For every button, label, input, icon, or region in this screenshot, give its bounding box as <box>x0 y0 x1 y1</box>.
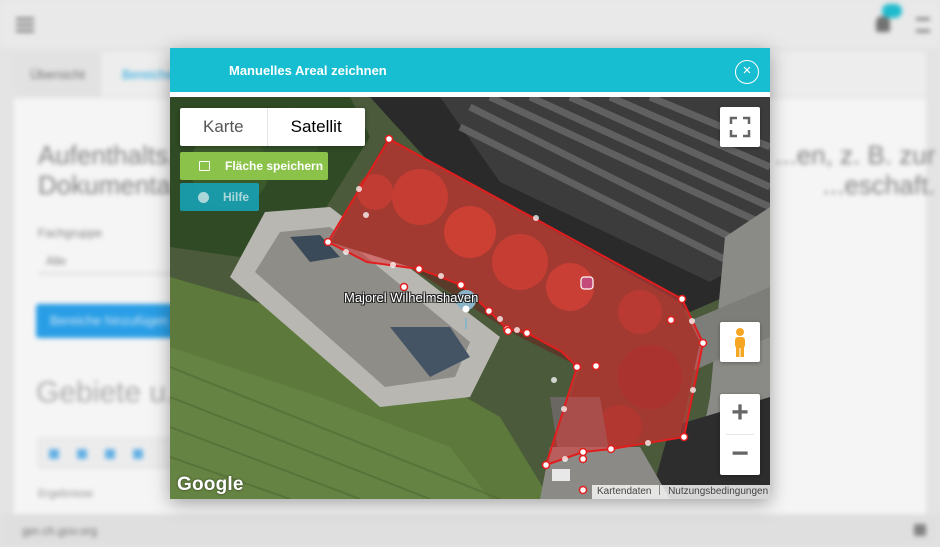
dialog-header: Manuelles Areal zeichnen × <box>170 48 770 92</box>
zoom-out-button[interactable]: − <box>720 435 760 475</box>
help-button[interactable]: Hilfe <box>180 183 259 211</box>
fullscreen-icon <box>729 116 751 138</box>
map-attribution: Kartendaten Nutzungsbedingungen <box>592 485 770 499</box>
save-area-label: Fläche speichern <box>225 159 324 173</box>
draw-area-dialog: Manuelles Areal zeichnen × Karte Satelli… <box>170 48 770 499</box>
map-data-link[interactable]: Kartendaten <box>597 486 652 497</box>
map-type-karte[interactable]: Karte <box>180 108 268 146</box>
place-label[interactable]: Majorel Wilhelmshaven <box>344 290 478 305</box>
dialog-title: Manuelles Areal zeichnen <box>229 63 387 78</box>
map-type-satellit[interactable]: Satellit <box>268 108 365 146</box>
zoom-control: + − <box>720 394 760 475</box>
close-icon[interactable]: × <box>735 60 759 84</box>
zoom-in-button[interactable]: + <box>720 394 760 434</box>
help-circle-icon <box>198 192 209 203</box>
google-logo: Google <box>177 474 244 495</box>
edit-icon <box>199 161 210 171</box>
satellite-map[interactable]: Karte Satellit Fläche speichern Hilfe + … <box>170 97 770 499</box>
save-area-button[interactable]: Fläche speichern <box>180 152 328 180</box>
terms-link[interactable]: Nutzungsbedingungen <box>668 486 768 497</box>
street-view-pegman[interactable] <box>720 322 760 362</box>
help-label: Hilfe <box>223 190 250 204</box>
attribution-divider <box>659 485 661 495</box>
pegman-icon <box>735 328 745 357</box>
map-type-switcher: Karte Satellit <box>180 108 365 146</box>
fullscreen-button[interactable] <box>720 107 760 147</box>
